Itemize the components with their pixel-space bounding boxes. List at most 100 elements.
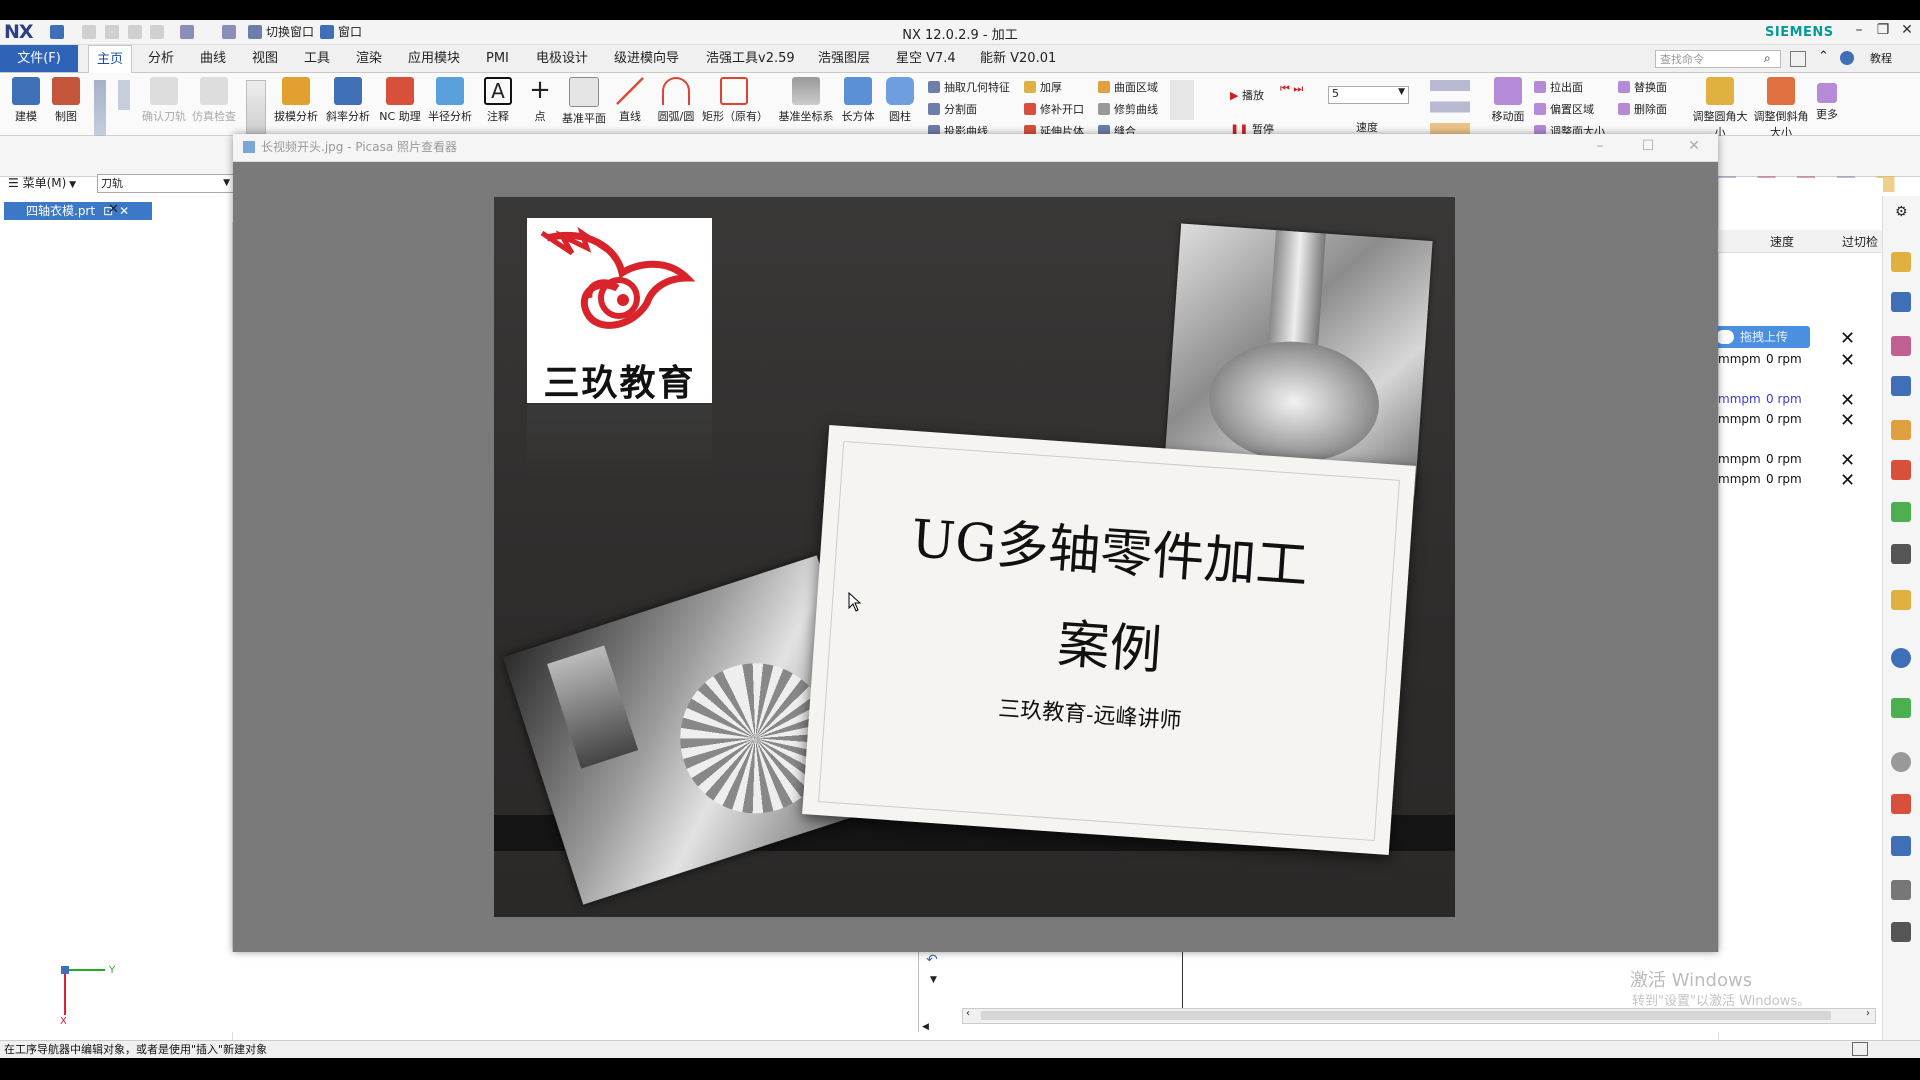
move-face-button[interactable]: 移动面 (1482, 77, 1534, 124)
divide-face-button[interactable]: 分割面 (928, 101, 977, 117)
column-overcut-header[interactable]: 过切检 (1842, 233, 1878, 250)
table-row[interactable]: mmpm 0 rpm ✕ (1718, 350, 1882, 371)
robot-icon[interactable] (1891, 880, 1911, 900)
close-icon[interactable]: ✕ (119, 204, 129, 218)
table-row[interactable]: mmpm 0 rpm ✕ (1718, 470, 1882, 491)
gear-icon[interactable]: ⚙ (1895, 204, 1908, 220)
tab-electrode-design[interactable]: 电极设计 (528, 45, 596, 72)
minimize-button[interactable]: – (1848, 22, 1870, 42)
extract-geometry-button[interactable]: 抽取几何特征 (928, 79, 1010, 95)
draft-analysis-button[interactable]: 拔模分析 (270, 77, 322, 124)
palette-icon[interactable] (1891, 922, 1911, 942)
datum-plane-button[interactable]: 基准平面 (558, 77, 610, 126)
picasa-close-button[interactable]: ✕ (1684, 138, 1704, 158)
table-row[interactable]: mmpm 0 rpm ✕ (1718, 450, 1882, 471)
clock-icon[interactable] (1891, 752, 1911, 772)
help-icon[interactable] (1840, 51, 1854, 65)
document-tab[interactable]: 四轴衣模.prt ⊡ ✕ (4, 202, 152, 220)
role-icon[interactable] (1891, 648, 1911, 668)
tab-haoqiang-layers[interactable]: 浩强图层 (810, 45, 878, 72)
horizontal-scrollbar[interactable] (962, 1008, 1876, 1024)
nc-assistant-button[interactable]: NC 助理 (374, 77, 426, 124)
type-filter-select[interactable]: 刀轨 ▼ (97, 174, 234, 193)
scroll-left-icon[interactable]: ‹ (966, 1008, 970, 1019)
timeline-marker[interactable] (1182, 952, 1183, 1008)
cylinder-button[interactable]: 圆柱 (874, 77, 926, 124)
assembly-navigator-icon[interactable] (1891, 252, 1911, 272)
tab-pmi[interactable]: PMI (478, 45, 517, 72)
picasa-maximize-button[interactable]: ☐ (1638, 138, 1658, 158)
operation-navigator-icon[interactable] (1891, 376, 1911, 396)
tab-analysis[interactable]: 分析 (140, 45, 182, 72)
chevron-down-icon[interactable]: ▼ (930, 975, 937, 985)
speed-select[interactable]: 5 ▼ (1328, 86, 1409, 104)
verify-toolpath-button[interactable]: 确认刀轨 (138, 77, 190, 124)
tab-nengxin[interactable]: 能新 V20.01 (972, 45, 1064, 72)
manufacturing-wizard-icon[interactable] (1891, 836, 1911, 856)
more-button[interactable]: 更多 (1802, 77, 1852, 122)
reuse-library-icon[interactable] (1891, 460, 1911, 480)
table-row[interactable]: mmpm 0 rpm ✕ (1718, 410, 1882, 431)
step-buttons[interactable]: ⏮ ⏭ (1280, 82, 1303, 96)
datum-csys-button[interactable]: 基准坐标系 (774, 77, 838, 124)
play-button[interactable]: ▶ 播放 (1230, 87, 1264, 103)
layout-icon[interactable] (1790, 51, 1806, 67)
file-menu-tab[interactable]: 文件(F) (0, 45, 78, 72)
chevron-up-icon[interactable]: ⌃ (1818, 49, 1829, 64)
history-icon[interactable] (1891, 590, 1911, 610)
offset-region-button[interactable]: 偏置区域 (1534, 101, 1594, 117)
undo-arrow-icon[interactable]: ↶ (926, 952, 938, 968)
picasa-minimize-button[interactable]: – (1590, 138, 1610, 158)
status-full-screen-icon[interactable] (1852, 1042, 1868, 1056)
menu-button[interactable]: ☰ 菜单(M) ▼ (8, 174, 76, 191)
graphics-window[interactable] (232, 952, 917, 1032)
resize-blend-button[interactable]: 调整圆角大小 (1690, 77, 1750, 140)
tab-home[interactable]: 主页 (88, 45, 133, 73)
restore-button[interactable]: ❐ (1872, 22, 1894, 42)
pull-face-button[interactable]: 拉出面 (1534, 79, 1583, 95)
navigator-panel[interactable] (0, 222, 233, 1042)
simulation-check-button[interactable]: 仿真检查 (188, 77, 240, 124)
slope-analysis-button[interactable]: 斜率分析 (322, 77, 374, 124)
tab-application[interactable]: 应用模块 (400, 45, 468, 72)
trim-curve-button[interactable]: 修剪曲线 (1098, 101, 1158, 117)
process-studio-icon[interactable] (1891, 794, 1911, 814)
chevron-left-icon[interactable]: ◀ (922, 1022, 929, 1032)
system-materials-icon[interactable] (1891, 698, 1911, 718)
tab-progressive-die[interactable]: 级进模向导 (606, 45, 687, 72)
web-browser-icon[interactable] (1891, 544, 1911, 564)
replace-face-button[interactable]: 替换面 (1618, 79, 1667, 95)
small-tools-icon-group[interactable] (94, 80, 106, 136)
table-row[interactable]: mmpm 0 rpm ✕ (1718, 390, 1882, 411)
constraint-navigator-icon[interactable] (1891, 292, 1911, 312)
rectangle-button[interactable]: 矩形（原有） (702, 77, 768, 124)
machine-navigator-icon[interactable] (1891, 420, 1911, 440)
hd3d-tools-icon[interactable] (1891, 502, 1911, 522)
document-tab-close[interactable]: ✕ (108, 202, 119, 217)
small-tools-icon-group-2[interactable] (118, 80, 130, 110)
tab-curve[interactable]: 曲线 (192, 45, 234, 72)
scroll-right-icon[interactable]: › (1866, 1008, 1870, 1019)
tab-tools[interactable]: 工具 (296, 45, 338, 72)
close-button[interactable]: ✕ (1896, 22, 1918, 42)
view-tools-icons[interactable] (1430, 80, 1470, 134)
tab-xingkong[interactable]: 星空 V7.4 (888, 45, 964, 72)
tab-render[interactable]: 渲染 (348, 45, 390, 72)
part-navigator-icon[interactable] (1891, 336, 1911, 356)
surface-region-button[interactable]: 曲面区域 (1098, 79, 1158, 95)
thicken-button[interactable]: 加厚 (1024, 79, 1062, 95)
patch-openings-button[interactable]: 修补开口 (1024, 101, 1084, 117)
arc-circle-button[interactable]: 圆弧/圆 (650, 77, 702, 124)
tab-haoqiang-tools[interactable]: 浩强工具v2.59 (698, 45, 803, 72)
small-tools-column[interactable] (246, 80, 266, 138)
delete-face-button[interactable]: 删除面 (1618, 101, 1667, 117)
column-speed-header[interactable]: 速度 (1770, 233, 1794, 250)
drafting-button[interactable]: 制图 (40, 77, 92, 124)
close-icon[interactable]: ✕ (1840, 328, 1855, 349)
tutorial-link[interactable]: 教程 (1870, 50, 1892, 66)
command-search-input[interactable]: 查找命令 (1655, 50, 1781, 68)
scrollbar-thumb[interactable] (981, 1011, 1831, 1020)
radius-analysis-button[interactable]: 半径分析 (424, 77, 476, 124)
drag-upload-button[interactable]: 拖拽上传 (1710, 326, 1810, 348)
line-button[interactable]: 直线 (604, 77, 656, 124)
